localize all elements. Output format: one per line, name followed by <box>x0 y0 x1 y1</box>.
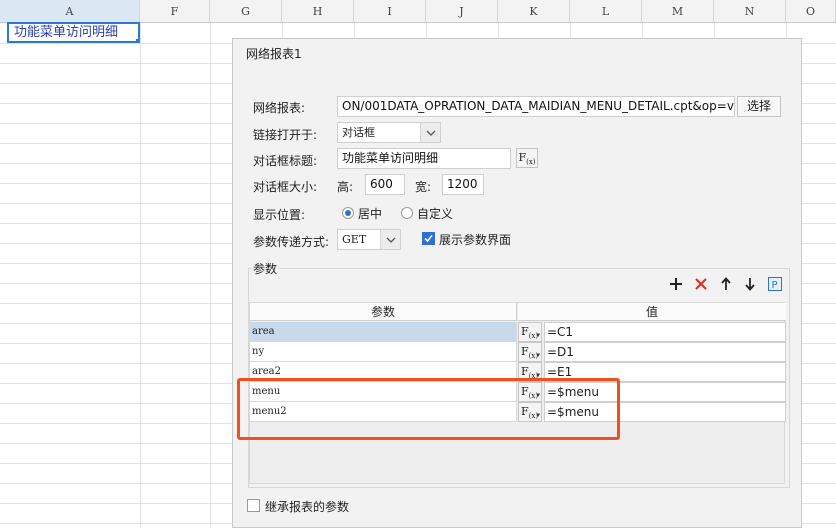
fill-handle[interactable] <box>136 39 138 41</box>
height-label: 高: <box>337 180 354 194</box>
grid-column-line <box>140 23 141 528</box>
header-value: 值 <box>518 303 786 321</box>
inherit-params-label: 继承报表的参数 <box>265 500 350 514</box>
inherit-params-checkbox[interactable] <box>247 499 260 512</box>
column-header-l[interactable]: L <box>570 0 642 23</box>
table-row[interactable]: menu F(x) =$menu <box>250 382 786 404</box>
height-field[interactable]: 600 <box>365 174 405 195</box>
report-label: 网络报表: <box>253 101 306 115</box>
dialog-title-field[interactable]: 功能菜单访问明细 <box>337 148 511 169</box>
params-table: 参数 值 area F(x) =C1 ny F(x) =D1 area2 F(x… <box>249 302 786 484</box>
report-path-field[interactable]: ON/001DATA_OPRATION_DATA_MAIDIAN_MENU_DE… <box>337 96 735 117</box>
position-label: 显示位置: <box>253 208 306 222</box>
width-label: 宽: <box>415 180 432 194</box>
formula-icon[interactable]: F(x) <box>518 402 542 424</box>
choose-button[interactable]: 选择 <box>737 96 781 117</box>
column-header-m[interactable]: M <box>642 0 714 23</box>
param-value-cell[interactable]: =E1 <box>544 362 786 382</box>
plus-icon[interactable] <box>667 277 685 295</box>
param-method-value: GET <box>342 233 367 246</box>
dialog-size-label: 对话框大小: <box>253 180 318 194</box>
cell-a1-text: 功能菜单访问明细 <box>14 25 119 40</box>
radio-custom-label: 自定义 <box>417 207 454 221</box>
chevron-down-icon[interactable] <box>420 123 440 142</box>
param-value-cell[interactable]: =$menu <box>544 402 786 422</box>
hyperlink-dialog: 网络报表1 网络报表: ON/001DATA_OPRATION_DATA_MAI… <box>232 38 802 528</box>
formula-icon[interactable]: F(x) <box>518 322 542 344</box>
params-group-label: 参数 <box>251 260 280 277</box>
param-method-label: 参数传递方式: <box>253 235 330 249</box>
param-method-select[interactable]: GET <box>337 229 401 250</box>
table-row[interactable]: area2 F(x) =E1 <box>250 362 786 384</box>
param-name-cell[interactable]: area2 <box>250 362 517 382</box>
delete-x-icon[interactable] <box>692 277 710 295</box>
arrow-up-icon[interactable] <box>717 277 735 295</box>
column-header-a[interactable]: A <box>0 0 140 23</box>
dialog-title: 网络报表1 <box>246 47 302 61</box>
param-value-cell[interactable]: =$menu <box>544 382 786 402</box>
selected-cell-a1[interactable]: 功能菜单访问明细 <box>7 22 140 43</box>
show-param-panel-checkbox[interactable] <box>422 232 435 245</box>
column-header-j[interactable]: J <box>426 0 498 23</box>
svg-text:P: P <box>772 280 778 291</box>
param-name-cell[interactable]: ny <box>250 342 517 362</box>
radio-center[interactable] <box>342 207 354 219</box>
show-param-panel-label: 展示参数界面 <box>439 233 512 247</box>
formula-icon[interactable]: F(x) <box>518 342 542 364</box>
param-value-cell[interactable]: =D1 <box>544 342 786 362</box>
param-name-cell[interactable]: menu <box>250 382 517 402</box>
open-in-select[interactable]: 对话框 <box>337 122 441 143</box>
table-row[interactable]: ny F(x) =D1 <box>250 342 786 364</box>
param-name-cell[interactable]: menu2 <box>250 402 517 422</box>
width-field[interactable]: 1200 <box>442 174 484 195</box>
radio-custom[interactable] <box>401 207 413 219</box>
column-header-h[interactable]: H <box>282 0 354 23</box>
chevron-down-icon[interactable] <box>380 230 400 249</box>
grid-column-line <box>210 23 211 528</box>
column-header-k[interactable]: K <box>498 0 570 23</box>
column-header-g[interactable]: G <box>210 0 282 23</box>
p-icon[interactable]: P <box>766 277 784 295</box>
column-header-o[interactable]: O <box>786 0 836 23</box>
formula-icon[interactable]: F(x) <box>518 362 542 384</box>
param-name-cell[interactable]: area <box>250 322 517 342</box>
dialog-title-label: 对话框标题: <box>253 154 318 168</box>
arrow-down-icon[interactable] <box>741 277 759 295</box>
table-row[interactable]: area F(x) =C1 <box>250 322 786 344</box>
table-row[interactable]: menu2 F(x) =$menu <box>250 402 786 424</box>
param-value-cell[interactable]: =C1 <box>544 322 786 342</box>
open-in-value: 对话框 <box>342 126 375 139</box>
column-header-f[interactable]: F <box>140 0 210 23</box>
column-header-n[interactable]: N <box>714 0 786 23</box>
open-in-label: 链接打开于: <box>253 128 318 142</box>
formula-icon[interactable]: F(x) <box>516 148 538 168</box>
column-header-i[interactable]: I <box>354 0 426 23</box>
header-param: 参数 <box>250 303 517 321</box>
radio-center-label: 居中 <box>358 207 383 221</box>
formula-icon[interactable]: F(x) <box>518 382 542 404</box>
